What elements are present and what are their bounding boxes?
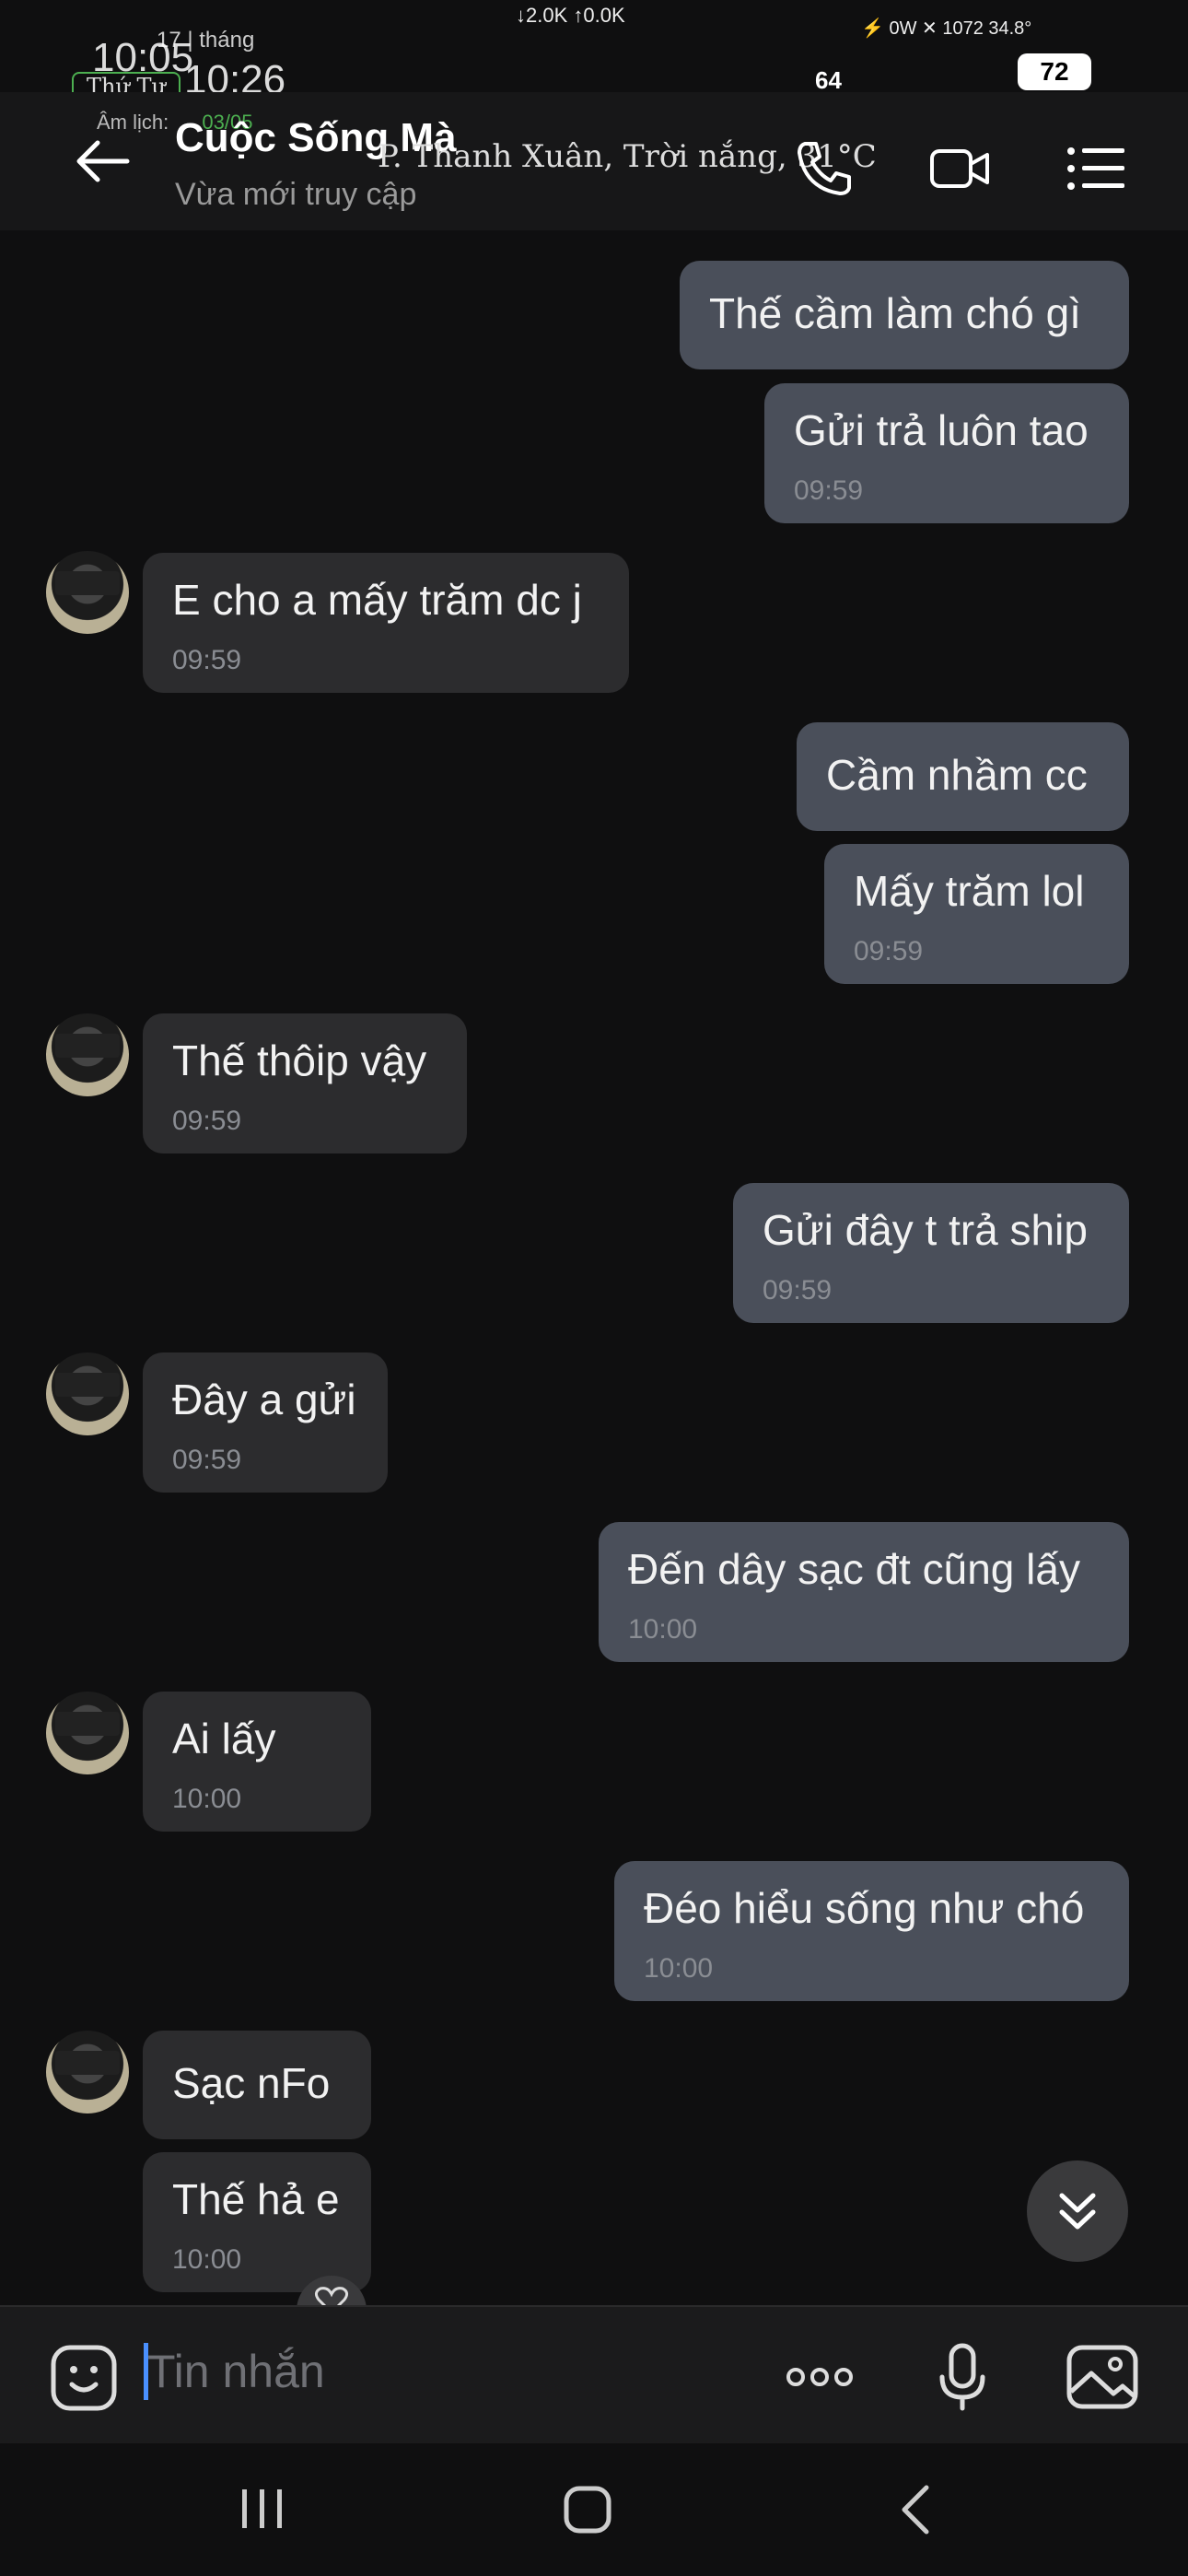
scroll-to-bottom-button[interactable]	[1027, 2160, 1128, 2262]
recents-icon[interactable]	[235, 2486, 290, 2532]
message-text: E cho a mấy trăm dc j	[172, 576, 582, 624]
message-time: 10:00	[172, 1784, 242, 1814]
message-time: 10:00	[628, 1614, 698, 1645]
message-bubble-in[interactable]: E cho a mấy trăm dc j 09:59	[143, 553, 629, 693]
home-icon[interactable]	[562, 2484, 613, 2535]
message-time: 09:59	[172, 1445, 242, 1475]
phone-icon[interactable]	[792, 136, 856, 201]
message-time: 09:59	[854, 936, 924, 966]
video-camera-icon[interactable]	[928, 136, 993, 201]
message-input[interactable]: Tin nhắn	[147, 2345, 746, 2409]
message-text: Sạc nFo	[172, 2059, 331, 2107]
message-bubble-out[interactable]: Đéo hiểu sống như chó 10:00	[614, 1861, 1129, 2001]
list-menu-icon[interactable]	[1064, 136, 1128, 201]
message-text: Cầm nhầm cc	[826, 751, 1088, 799]
message-text: Đây a gửi	[172, 1376, 356, 1423]
status-indicators: ⚡ 0W ✕ 1072 34.8°	[861, 18, 1032, 39]
message-text: Thế cầm làm chó gì	[709, 289, 1081, 337]
message-bubble-out[interactable]: Cầm nhầm cc	[797, 722, 1129, 831]
contact-avatar[interactable]	[46, 2031, 129, 2113]
status-bar: ↓2.0K ↑0.0K 17 | tháng 10:05 10:26 Thứ T…	[0, 0, 1188, 102]
contact-avatar[interactable]	[46, 1352, 129, 1435]
message-bubble-in[interactable]: Thế thôip vậy 09:59	[143, 1013, 467, 1153]
microphone-icon[interactable]	[926, 2340, 999, 2414]
smiley-sticker-icon[interactable]	[48, 2340, 122, 2414]
contact-avatar[interactable]	[46, 1013, 129, 1096]
message-bubble-in[interactable]: Ai lấy 10:00	[143, 1692, 371, 1832]
contact-status: Vừa mới truy cập	[175, 177, 417, 212]
message-bubble-in[interactable]: Sạc nFo	[143, 2031, 371, 2139]
message-text: Gửi trả luôn tao	[794, 406, 1089, 454]
message-text: Ai lấy	[172, 1715, 276, 1762]
message-text: Đến dây sạc đt cũng lấy	[628, 1545, 1080, 1593]
contact-avatar[interactable]	[46, 551, 129, 634]
message-text: Gửi đây t trả ship	[763, 1206, 1088, 1254]
image-gallery-icon[interactable]	[1066, 2340, 1139, 2414]
double-chevron-down-icon	[1059, 2193, 1096, 2230]
message-text: Thế thôip vậy	[172, 1036, 427, 1084]
message-text: Đéo hiểu sống như chó	[644, 1884, 1085, 1932]
lunar-label-text: Âm lịch:	[97, 111, 169, 134]
message-time: 09:59	[763, 1275, 833, 1306]
message-time: 10:00	[172, 2244, 242, 2275]
contact-avatar[interactable]	[46, 1692, 129, 1774]
message-bubble-in[interactable]: Thế hả e 10:00	[143, 2152, 371, 2292]
message-bubble-out[interactable]: Đến dây sạc đt cũng lấy 10:00	[599, 1522, 1129, 1662]
message-text: Thế hả e	[172, 2175, 340, 2223]
back-chevron-icon[interactable]	[893, 2482, 939, 2537]
message-bubble-out[interactable]: Mấy trăm lol 09:59	[824, 844, 1129, 984]
message-bubble-out[interactable]: Gửi trả luôn tao 09:59	[764, 383, 1129, 523]
network-speed: ↓2.0K ↑0.0K	[516, 4, 625, 27]
message-bubble-out[interactable]: Gửi đây t trả ship 09:59	[733, 1183, 1129, 1323]
message-time: 09:59	[172, 645, 242, 675]
more-dots-icon[interactable]	[783, 2340, 856, 2414]
message-text: Mấy trăm lol	[854, 867, 1085, 915]
arrow-left-icon[interactable]	[76, 138, 131, 184]
message-time: 09:59	[172, 1106, 242, 1136]
battery-indicator: 72	[1018, 53, 1091, 90]
status-64-badge: 64	[815, 66, 842, 94]
message-time: 10:00	[644, 1953, 714, 1984]
message-bubble-in[interactable]: Đây a gửi 09:59	[143, 1352, 388, 1493]
message-bubble-out[interactable]: Thế cầm làm chó gì	[680, 261, 1129, 369]
message-time: 09:59	[794, 475, 864, 506]
